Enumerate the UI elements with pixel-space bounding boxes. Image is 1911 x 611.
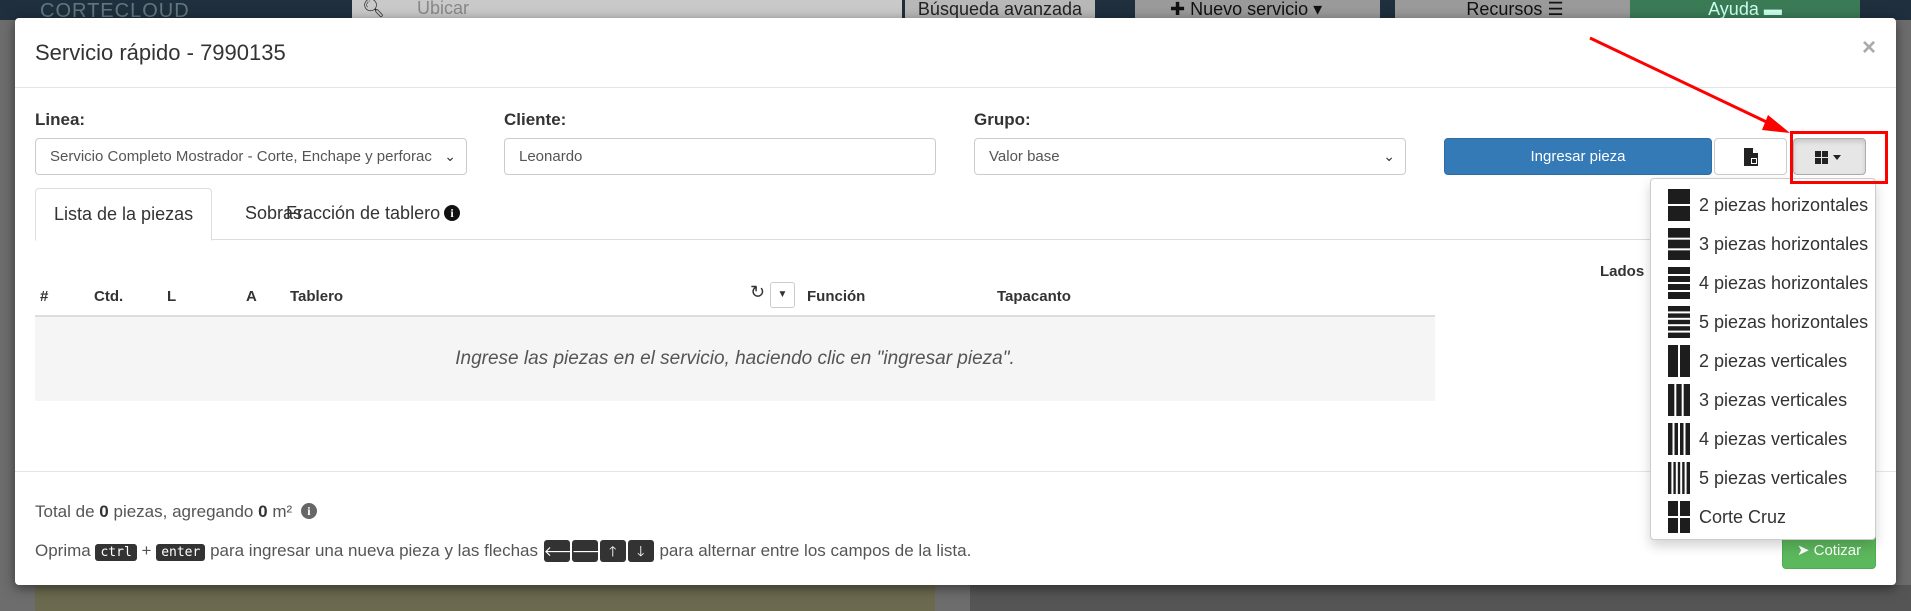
arrow-left-icon: 🡐 [543,540,581,562]
board-column-dropdown[interactable]: ▼ [770,282,795,308]
two-horizontal-icon [1668,189,1690,221]
tab-piece-list[interactable]: Lista de la piezas [35,188,213,241]
layout-option-label: 5 piezas horizontales [1699,312,1869,332]
modal-title: Servicio rápido - 7990135 [35,40,286,65]
layout-option-9[interactable]: Corte Cruz [1651,498,1877,537]
line-select[interactable]: Servicio Completo Mostrador - Corte, Enc… [35,138,467,175]
layout-option-label: 4 piezas horizontales [1699,273,1869,293]
info-icon[interactable]: i [300,503,317,519]
annotation-highlight-box [1790,131,1888,184]
group-select-value: Valor base [989,148,1060,165]
column-header-length: L [167,288,177,305]
quote-button-label: Cotizar [1813,542,1862,559]
layout-option-5[interactable]: 2 piezas verticales [1651,342,1877,381]
four-vertical-icon [1668,423,1690,455]
client-input-value: Leonardo [519,148,583,165]
tab-board-fraction-label: Fracción de tablero [286,203,441,223]
column-header-quantity: Ctd. [94,288,124,305]
total-mid: piezas, agregando [113,502,254,521]
layout-option-3[interactable]: 4 piezas horizontales [1651,264,1877,303]
advanced-search-button: Búsqueda avanzada [905,0,1095,20]
refresh-icon[interactable]: ↻ [750,282,765,303]
three-horizontal-icon [1668,228,1690,260]
layout-option-6[interactable]: 3 piezas verticales [1651,381,1877,420]
background-panel-left [35,585,935,611]
arrow-right-icon: 🡒 [571,540,609,562]
enter-key: enter [156,544,206,561]
resources-label: Recursos [1466,0,1543,19]
new-service-button: ✚ Nuevo servicio ▾ [1135,0,1380,20]
layout-option-8[interactable]: 5 piezas verticales [1651,459,1877,498]
layout-option-label: 3 piezas horizontales [1699,234,1869,254]
layout-option-label: Corte Cruz [1699,507,1787,527]
add-piece-button[interactable]: Ingresar pieza [1444,138,1712,175]
layout-option-2[interactable]: 3 piezas horizontales [1651,225,1877,264]
arrow-down-icon: 🡓 [627,540,654,562]
client-label: Cliente: [504,110,567,129]
background-panel-right [970,585,1911,611]
three-vertical-icon [1668,384,1690,416]
close-icon[interactable]: × [1862,34,1876,62]
line-select-value: Servicio Completo Mostrador - Corte, Enc… [50,148,432,165]
hint-suffix: para alternar entre los campos de la lis… [659,541,972,560]
send-icon: ➤ [1796,542,1810,559]
total-count: 0 [99,502,109,521]
help-label: Ayuda [1708,0,1759,19]
background-search-bar: 🔍︎ Ubicar [352,0,902,20]
ctrl-key: ctrl [95,544,137,561]
layout-dropdown-menu: 2 piezas horizontales 3 piezas horizontal… [1650,178,1876,540]
total-unit: m² [272,502,293,521]
hint-prefix: Oprima [35,541,91,560]
layout-option-label: 3 piezas verticales [1699,390,1848,410]
chevron-down-icon: ⌄ [1383,148,1395,164]
column-header-edge-banding: Tapacanto [997,288,1071,305]
hint-mid: para ingresar una nueva pieza y las flec… [210,541,538,560]
quick-service-modal: Servicio rápido - 7990135 × Linea: Servi… [15,18,1896,585]
line-label: Linea: [35,110,86,129]
export-file-button[interactable] [1714,138,1787,175]
column-header-function: Función [807,288,866,305]
layout-option-label: 2 piezas horizontales [1699,195,1869,215]
empty-table-message: Ingrese las piezas en el servicio, hacie… [35,317,1435,401]
group-label: Grupo: [974,110,1031,129]
layout-option-label: 4 piezas verticales [1699,429,1848,449]
layout-option-7[interactable]: 4 piezas verticales [1651,420,1877,459]
tab-board-fraction[interactable]: Fracción de tablero i [268,188,478,240]
total-prefix: Total de [35,502,95,521]
new-service-label: Nuevo servicio [1190,0,1309,19]
four-horizontal-icon [1668,267,1690,299]
two-vertical-icon [1668,345,1690,377]
layout-option-1[interactable]: 2 piezas horizontales [1651,186,1877,225]
layout-option-4[interactable]: 5 piezas horizontales [1651,303,1877,342]
piece-tabs: Lista de la piezas Sobras Fracción de ta… [35,188,1876,241]
keyboard-hint: Oprima ctrl + enter para ingresar una nu… [35,540,971,562]
column-header-board: Tablero [290,288,344,305]
column-header-width: A [246,288,257,305]
column-header-sides: Lados [1600,263,1645,280]
arrow-up-icon: 🡑 [599,540,626,562]
column-header-number: # [40,288,49,305]
plus-sign: + [141,541,152,560]
five-vertical-icon [1668,462,1690,494]
group-select[interactable]: Valor base ⌄ [974,138,1406,175]
chevron-down-icon: ⌄ [444,148,456,164]
help-button: Ayuda ▬ [1630,0,1860,20]
resources-button: Recursos ☰ [1395,0,1635,20]
info-icon[interactable]: i [444,205,461,221]
file-export-icon [1743,148,1758,166]
modal-footer-divider [15,471,1896,472]
cross-cut-icon [1668,501,1690,533]
total-summary: Total de 0 piezas, agregando 0 m² i [35,502,317,522]
client-input[interactable]: Leonardo [504,138,936,175]
background-navbar: CORTECLOUD 🔍︎ Ubicar Búsqueda avanzada ✚… [0,0,1911,22]
layout-option-label: 5 piezas verticales [1699,468,1848,488]
search-placeholder: Ubicar [417,0,470,18]
layout-option-label: 2 piezas verticales [1699,351,1848,371]
modal-header: Servicio rápido - 7990135 × [15,18,1896,88]
five-horizontal-icon [1668,306,1690,338]
total-area: 0 [258,502,268,521]
search-icon: 🔍︎ [362,0,385,18]
